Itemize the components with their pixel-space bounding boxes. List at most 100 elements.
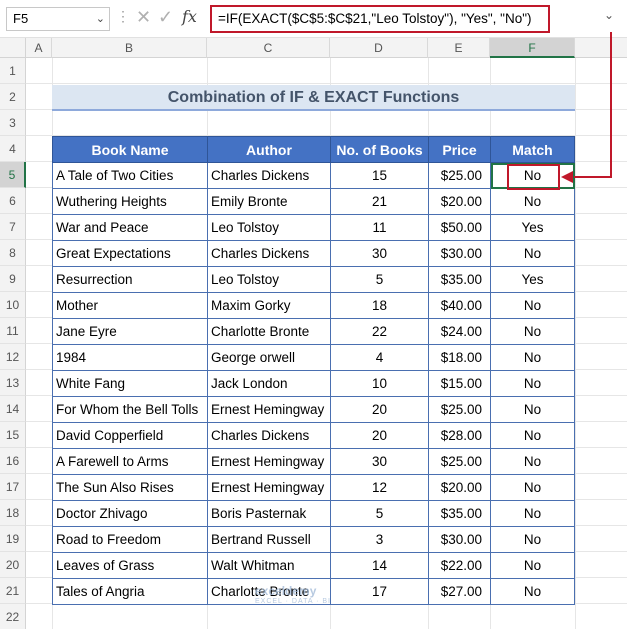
- match-cell[interactable]: No: [490, 344, 575, 371]
- enter-icon[interactable]: ✓: [158, 7, 173, 28]
- header-no-of-books[interactable]: No. of Books: [330, 136, 429, 163]
- price-cell[interactable]: $30.00: [428, 526, 491, 553]
- name-box[interactable]: F5 ⌄: [6, 7, 110, 31]
- book-name-cell[interactable]: Mother: [52, 292, 208, 319]
- row-header-2[interactable]: 2: [0, 84, 26, 110]
- author-cell[interactable]: George orwell: [207, 344, 331, 371]
- row-header-20[interactable]: 20: [0, 552, 26, 578]
- books-count-cell[interactable]: 14: [330, 552, 429, 579]
- row-header-22[interactable]: 22: [0, 604, 26, 629]
- row-header-7[interactable]: 7: [0, 214, 26, 240]
- price-cell[interactable]: $15.00: [428, 370, 491, 397]
- header-author[interactable]: Author: [207, 136, 331, 163]
- price-cell[interactable]: $40.00: [428, 292, 491, 319]
- price-cell[interactable]: $50.00: [428, 214, 491, 241]
- chevron-down-icon[interactable]: ⌄: [96, 8, 105, 30]
- author-cell[interactable]: Leo Tolstoy: [207, 266, 331, 293]
- column-header-a[interactable]: A: [26, 38, 52, 58]
- price-cell[interactable]: $27.00: [428, 578, 491, 605]
- books-count-cell[interactable]: 5: [330, 500, 429, 527]
- books-count-cell[interactable]: 15: [330, 162, 429, 189]
- match-cell[interactable]: Yes: [490, 266, 575, 293]
- row-header-13[interactable]: 13: [0, 370, 26, 396]
- header-book-name[interactable]: Book Name: [52, 136, 208, 163]
- book-name-cell[interactable]: Wuthering Heights: [52, 188, 208, 215]
- author-cell[interactable]: Ernest Hemingway: [207, 396, 331, 423]
- author-cell[interactable]: Charles Dickens: [207, 422, 331, 449]
- author-cell[interactable]: Jack London: [207, 370, 331, 397]
- author-cell[interactable]: Charles Dickens: [207, 162, 331, 189]
- match-cell[interactable]: No: [490, 396, 575, 423]
- row-header-5[interactable]: 5: [0, 162, 26, 188]
- book-name-cell[interactable]: David Copperfield: [52, 422, 208, 449]
- row-header-18[interactable]: 18: [0, 500, 26, 526]
- column-header-e[interactable]: E: [428, 38, 490, 58]
- price-cell[interactable]: $25.00: [428, 396, 491, 423]
- price-cell[interactable]: $28.00: [428, 422, 491, 449]
- author-cell[interactable]: Charlotte Bronte: [207, 318, 331, 345]
- row-header-6[interactable]: 6: [0, 188, 26, 214]
- select-all-corner[interactable]: [0, 38, 26, 58]
- book-name-cell[interactable]: For Whom the Bell Tolls: [52, 396, 208, 423]
- match-cell[interactable]: No: [490, 422, 575, 449]
- row-header-1[interactable]: 1: [0, 58, 26, 84]
- row-header-21[interactable]: 21: [0, 578, 26, 604]
- book-name-cell[interactable]: Jane Eyre: [52, 318, 208, 345]
- books-count-cell[interactable]: 10: [330, 370, 429, 397]
- author-cell[interactable]: Maxim Gorky: [207, 292, 331, 319]
- book-name-cell[interactable]: Tales of Angria: [52, 578, 208, 605]
- row-header-4[interactable]: 4: [0, 136, 26, 162]
- book-name-cell[interactable]: Great Expectations: [52, 240, 208, 267]
- match-cell[interactable]: No: [490, 318, 575, 345]
- book-name-cell[interactable]: War and Peace: [52, 214, 208, 241]
- books-count-cell[interactable]: 11: [330, 214, 429, 241]
- match-cell[interactable]: Yes: [490, 214, 575, 241]
- row-header-19[interactable]: 19: [0, 526, 26, 552]
- book-name-cell[interactable]: 1984: [52, 344, 208, 371]
- book-name-cell[interactable]: The Sun Also Rises: [52, 474, 208, 501]
- more-options-icon[interactable]: ⋮: [116, 8, 130, 25]
- books-count-cell[interactable]: 5: [330, 266, 429, 293]
- price-cell[interactable]: $24.00: [428, 318, 491, 345]
- column-header-b[interactable]: B: [52, 38, 207, 58]
- expand-formula-bar-icon[interactable]: ⌄: [604, 8, 614, 22]
- price-cell[interactable]: $18.00: [428, 344, 491, 371]
- match-cell[interactable]: No: [490, 474, 575, 501]
- book-name-cell[interactable]: Leaves of Grass: [52, 552, 208, 579]
- books-count-cell[interactable]: 18: [330, 292, 429, 319]
- author-cell[interactable]: Ernest Hemingway: [207, 474, 331, 501]
- row-header-14[interactable]: 14: [0, 396, 26, 422]
- books-count-cell[interactable]: 20: [330, 422, 429, 449]
- books-count-cell[interactable]: 30: [330, 448, 429, 475]
- book-name-cell[interactable]: Road to Freedom: [52, 526, 208, 553]
- price-cell[interactable]: $25.00: [428, 448, 491, 475]
- match-cell[interactable]: No: [490, 526, 575, 553]
- match-cell[interactable]: No: [490, 292, 575, 319]
- author-cell[interactable]: Leo Tolstoy: [207, 214, 331, 241]
- books-count-cell[interactable]: 17: [330, 578, 429, 605]
- books-count-cell[interactable]: 4: [330, 344, 429, 371]
- author-cell[interactable]: Ernest Hemingway: [207, 448, 331, 475]
- price-cell[interactable]: $20.00: [428, 188, 491, 215]
- header-match[interactable]: Match: [490, 136, 575, 163]
- match-cell[interactable]: No: [490, 448, 575, 475]
- row-header-8[interactable]: 8: [0, 240, 26, 266]
- books-count-cell[interactable]: 3: [330, 526, 429, 553]
- row-header-15[interactable]: 15: [0, 422, 26, 448]
- author-cell[interactable]: Boris Pasternak: [207, 500, 331, 527]
- author-cell[interactable]: Bertrand Russell: [207, 526, 331, 553]
- header-price[interactable]: Price: [428, 136, 491, 163]
- row-header-12[interactable]: 12: [0, 344, 26, 370]
- match-cell[interactable]: No: [490, 500, 575, 527]
- match-cell[interactable]: No: [490, 240, 575, 267]
- author-cell[interactable]: Emily Bronte: [207, 188, 331, 215]
- row-header-3[interactable]: 3: [0, 110, 26, 136]
- insert-function-icon[interactable]: fx: [182, 7, 197, 26]
- price-cell[interactable]: $25.00: [428, 162, 491, 189]
- book-name-cell[interactable]: A Tale of Two Cities: [52, 162, 208, 189]
- price-cell[interactable]: $22.00: [428, 552, 491, 579]
- formula-input[interactable]: =IF(EXACT($C$5:$C$21,"Leo Tolstoy"), "Ye…: [210, 5, 550, 33]
- books-count-cell[interactable]: 30: [330, 240, 429, 267]
- book-name-cell[interactable]: A Farewell to Arms: [52, 448, 208, 475]
- row-header-16[interactable]: 16: [0, 448, 26, 474]
